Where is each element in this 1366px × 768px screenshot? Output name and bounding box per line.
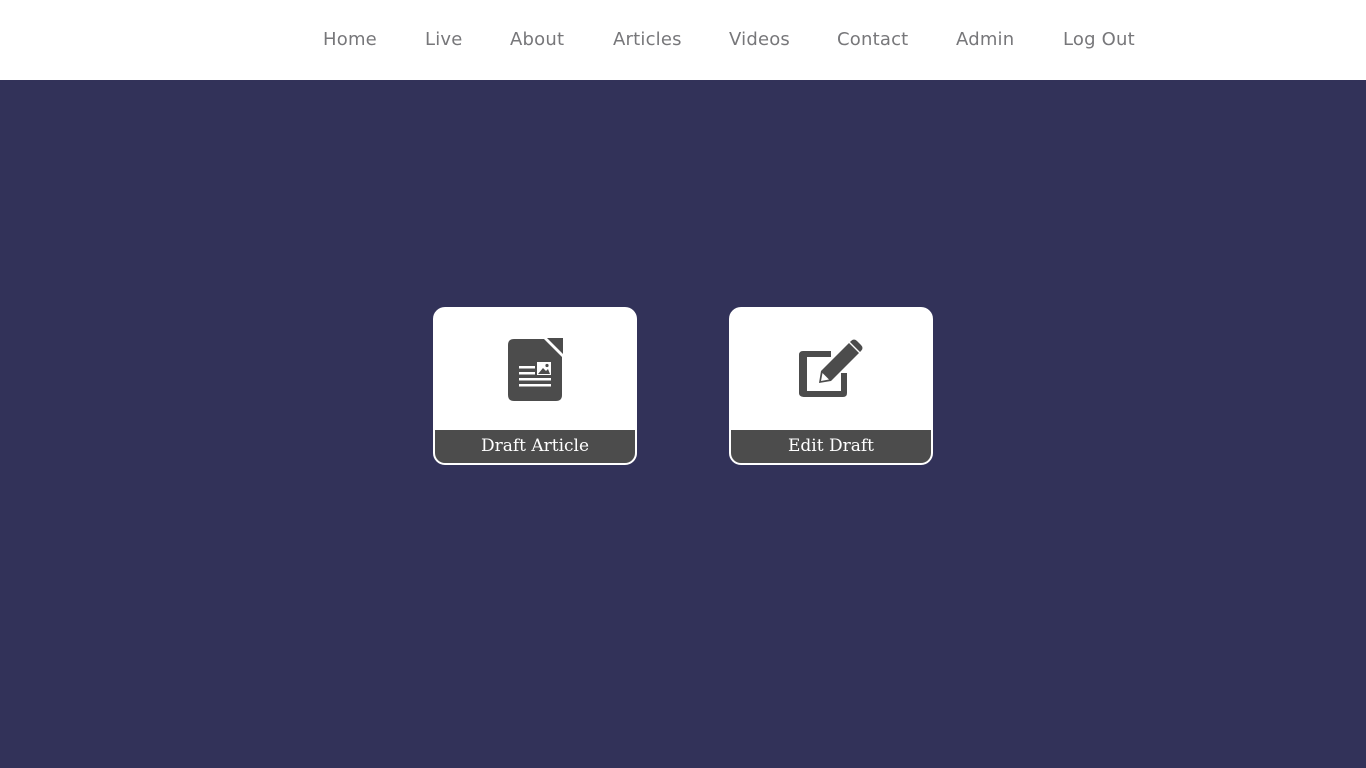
article-document-icon bbox=[435, 309, 635, 429]
edit-draft-label: Edit Draft bbox=[731, 430, 931, 463]
draft-article-label: Draft Article bbox=[435, 430, 635, 463]
draft-article-button[interactable]: Draft Article bbox=[433, 307, 637, 465]
nav-logout-link[interactable]: Log Out bbox=[1063, 28, 1135, 52]
top-navigation-bar: Home Live About Articles Videos Contact … bbox=[0, 0, 1366, 80]
nav-admin-link[interactable]: Admin bbox=[956, 28, 1014, 52]
nav-live-link[interactable]: Live bbox=[425, 28, 463, 52]
nav-contact-link[interactable]: Contact bbox=[837, 28, 908, 52]
nav-articles-link[interactable]: Articles bbox=[613, 28, 682, 52]
nav-about-link[interactable]: About bbox=[510, 28, 564, 52]
nav-home-link[interactable]: Home bbox=[323, 28, 377, 52]
nav-videos-link[interactable]: Videos bbox=[729, 28, 790, 52]
edit-draft-button[interactable]: Edit Draft bbox=[729, 307, 933, 465]
edit-pencil-icon bbox=[731, 309, 931, 429]
